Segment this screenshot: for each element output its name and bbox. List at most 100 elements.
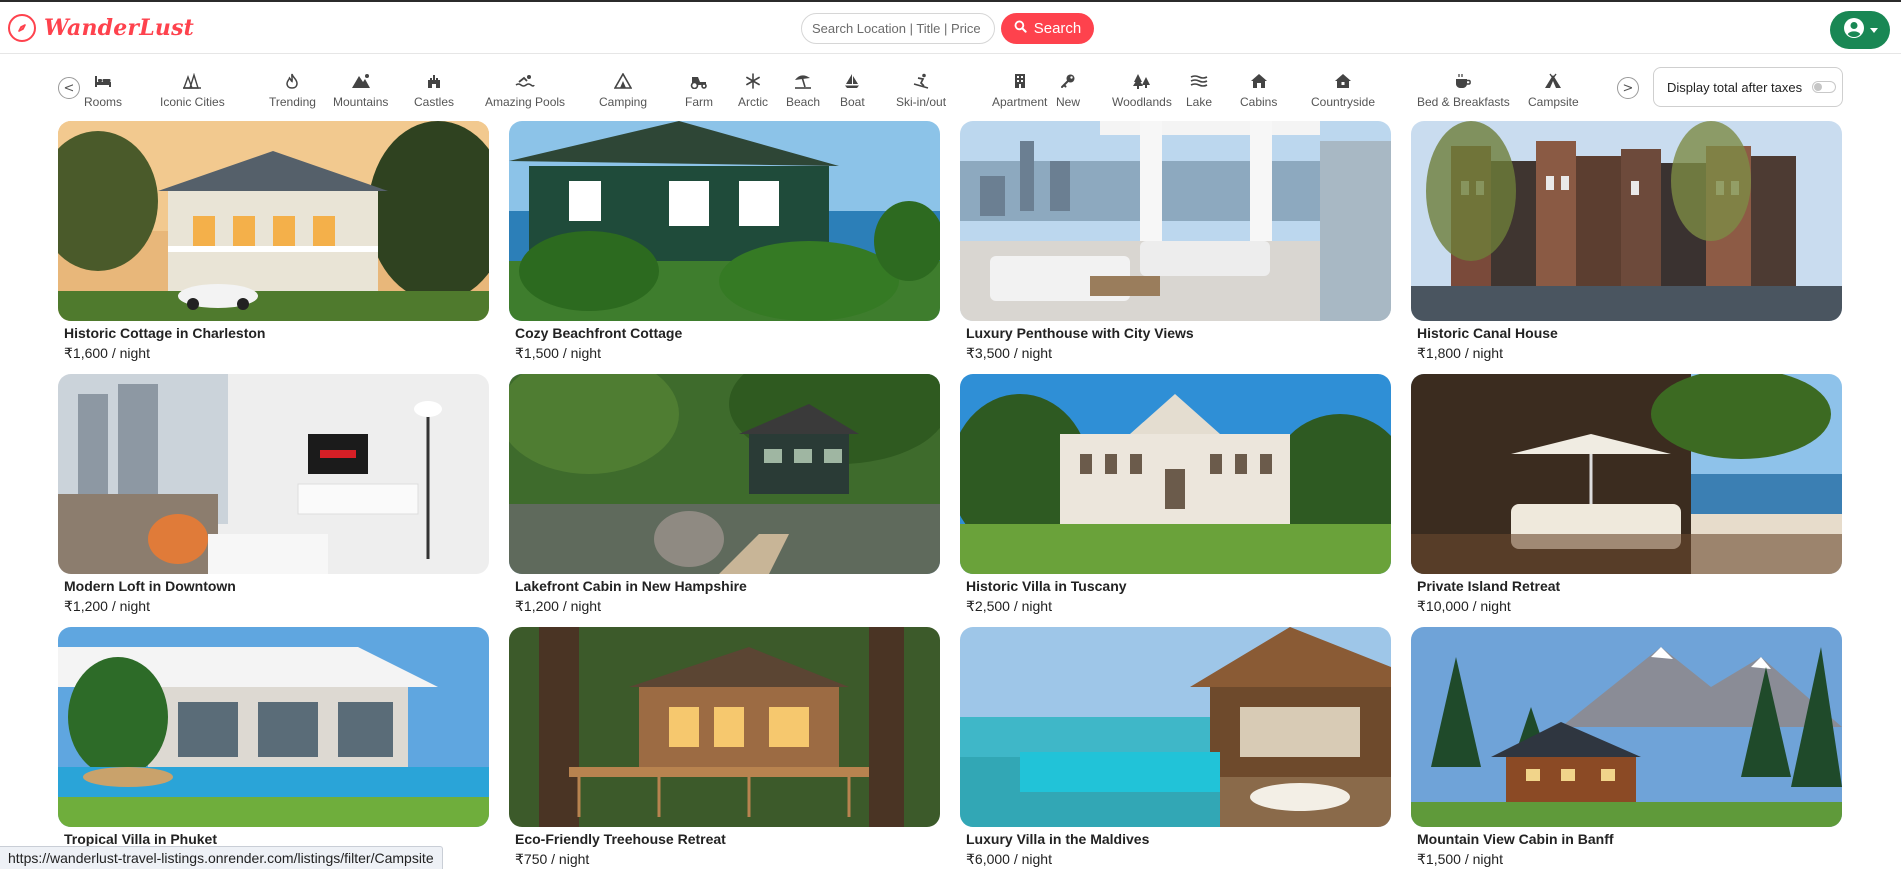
- listing-image[interactable]: [509, 627, 940, 827]
- profile-dropdown-button[interactable]: [1830, 11, 1890, 49]
- listing-image[interactable]: [58, 121, 489, 321]
- filter-item-trending[interactable]: Trending: [269, 67, 316, 115]
- filter-item-bed-breakfasts[interactable]: Bed & Breakfasts: [1417, 67, 1510, 115]
- filter-item-castles[interactable]: Castles: [414, 67, 454, 115]
- listing-card[interactable]: Modern Loft in Downtown ₹1,200 / night: [58, 374, 489, 615]
- navbar: WanderLust Search: [0, 2, 1901, 54]
- listing-image[interactable]: [509, 121, 940, 321]
- listing-card[interactable]: Lakefront Cabin in New Hampshire ₹1,200 /…: [509, 374, 940, 615]
- tax-toggle-switch[interactable]: [1812, 81, 1837, 93]
- listing-card[interactable]: Tropical Villa in Phuket: [58, 627, 489, 851]
- filter-label: New: [1056, 95, 1081, 109]
- filter-item-ski-in-out[interactable]: Ski-in/out: [896, 67, 946, 115]
- listing-card[interactable]: Historic Villa in Tuscany ₹2,500 / night: [960, 374, 1391, 615]
- listing-title: Historic Canal House: [1417, 325, 1558, 341]
- listing-price: ₹6,000 / night: [966, 851, 1052, 867]
- filter-label: Cabins: [1240, 95, 1278, 109]
- listing-price: ₹1,600 / night: [64, 345, 150, 361]
- listing-image[interactable]: [509, 374, 940, 574]
- swimmer-icon: [515, 71, 535, 91]
- filter-item-arctic[interactable]: Arctic: [738, 67, 768, 115]
- filter-item-countryside[interactable]: Countryside: [1311, 67, 1375, 115]
- listing-price: ₹1,500 / night: [515, 345, 601, 361]
- listing-image[interactable]: [1411, 374, 1842, 574]
- search-icon: [1014, 20, 1027, 37]
- filter-label: Apartment: [992, 95, 1048, 109]
- filter-bar: < Rooms Iconic Cities Trending Mountains Cas…: [0, 67, 1901, 115]
- filter-scroll-left-button[interactable]: <: [58, 77, 80, 99]
- listing-card[interactable]: Historic Cottage in Charleston ₹1,600 / n…: [58, 121, 489, 362]
- campground-icon: [1543, 71, 1563, 91]
- search-button-label: Search: [1033, 20, 1082, 37]
- listing-card[interactable]: Mountain View Cabin in Banff ₹1,500 / nig…: [1411, 627, 1842, 868]
- listing-card[interactable]: Luxury Villa in the Maldives ₹6,000 / nig…: [960, 627, 1391, 868]
- listing-title: Historic Villa in Tuscany: [966, 578, 1127, 594]
- filter-item-boat[interactable]: Boat: [840, 67, 865, 115]
- listing-title: Luxury Penthouse with City Views: [966, 325, 1194, 341]
- tent-icon: [614, 71, 633, 91]
- listing-image[interactable]: [1411, 121, 1842, 321]
- listing-image[interactable]: [960, 374, 1391, 574]
- listing-image[interactable]: [960, 121, 1391, 321]
- listing-card[interactable]: Cozy Beachfront Cottage ₹1,500 / night: [509, 121, 940, 362]
- listing-title: Private Island Retreat: [1417, 578, 1561, 594]
- filter-item-iconic-cities[interactable]: Iconic Cities: [160, 67, 225, 115]
- listing-image[interactable]: [58, 627, 489, 827]
- filter-item-new[interactable]: New: [1056, 67, 1080, 115]
- listing-image[interactable]: [960, 627, 1391, 827]
- listing-card[interactable]: Eco-Friendly Treehouse Retreat ₹750 / nig…: [509, 627, 940, 868]
- filter-label: Boat: [840, 95, 865, 109]
- chevron-down-icon: [1869, 27, 1878, 33]
- listing-card[interactable]: Luxury Penthouse with City Views ₹3,500 /…: [960, 121, 1391, 362]
- arrow-right-icon: >: [1622, 80, 1634, 96]
- farmhouse-icon: [1334, 71, 1352, 91]
- listing-title: Cozy Beachfront Cottage: [515, 325, 683, 341]
- listing-image[interactable]: [1411, 627, 1842, 827]
- tax-toggle-label: Display total after taxes: [1667, 79, 1803, 95]
- filter-item-cabins[interactable]: Cabins: [1240, 67, 1277, 115]
- filter-label: Campsite: [1528, 95, 1579, 109]
- filter-item-farm[interactable]: Farm: [685, 67, 713, 115]
- listing-card[interactable]: Private Island Retreat ₹10,000 / night: [1411, 374, 1842, 615]
- mountain-icon: [351, 71, 371, 91]
- search-input[interactable]: [801, 13, 995, 44]
- filter-label: Arctic: [738, 95, 768, 109]
- listing-price: ₹3,500 / night: [966, 345, 1052, 361]
- filter-label: Beach: [786, 95, 821, 109]
- filter-label: Mountains: [333, 95, 389, 109]
- filter-item-woodlands[interactable]: Woodlands: [1112, 67, 1172, 115]
- browser-status-bar: https://wanderlust-travel-listings.onren…: [0, 846, 443, 869]
- listing-price: ₹1,200 / night: [515, 598, 601, 614]
- listing-title: Luxury Villa in the Maldives: [966, 831, 1150, 847]
- listing-card[interactable]: Historic Canal House ₹1,800 / night: [1411, 121, 1842, 362]
- filter-item-camping[interactable]: Camping: [599, 67, 647, 115]
- listing-image[interactable]: [58, 374, 489, 574]
- filter-item-mountains[interactable]: Mountains: [333, 67, 388, 115]
- sailboat-icon: [844, 71, 860, 91]
- bed-icon: [94, 71, 112, 91]
- brand-logo[interactable]: WanderLust: [8, 14, 194, 42]
- filter-item-campsite[interactable]: Campsite: [1528, 67, 1579, 115]
- filter-label: Woodlands: [1112, 95, 1172, 109]
- filter-item-apartment[interactable]: Apartment: [992, 67, 1047, 115]
- search-button[interactable]: Search: [1001, 13, 1094, 44]
- filter-label: Countryside: [1311, 95, 1376, 109]
- skier-icon: [912, 71, 930, 91]
- fire-icon: [285, 71, 299, 91]
- coffee-icon: [1454, 71, 1472, 91]
- filter-item-rooms[interactable]: Rooms: [84, 67, 122, 115]
- listing-title: Tropical Villa in Phuket: [64, 831, 218, 847]
- filter-label: Castles: [414, 95, 455, 109]
- listing-title: Eco-Friendly Treehouse Retreat: [515, 831, 726, 847]
- user-circle-icon: [1843, 17, 1865, 44]
- search-form: Search: [801, 13, 1094, 44]
- filter-item-lake[interactable]: Lake: [1186, 67, 1212, 115]
- filter-label: Camping: [599, 95, 648, 109]
- filter-item-amazing-pools[interactable]: Amazing Pools: [485, 67, 565, 115]
- house-icon: [1250, 71, 1268, 91]
- filter-label: Ski-in/out: [896, 95, 947, 109]
- arrow-left-icon: <: [63, 80, 75, 96]
- filter-scroll-right-button[interactable]: >: [1617, 77, 1639, 99]
- key-icon: [1060, 71, 1076, 91]
- filter-item-beach[interactable]: Beach: [786, 67, 820, 115]
